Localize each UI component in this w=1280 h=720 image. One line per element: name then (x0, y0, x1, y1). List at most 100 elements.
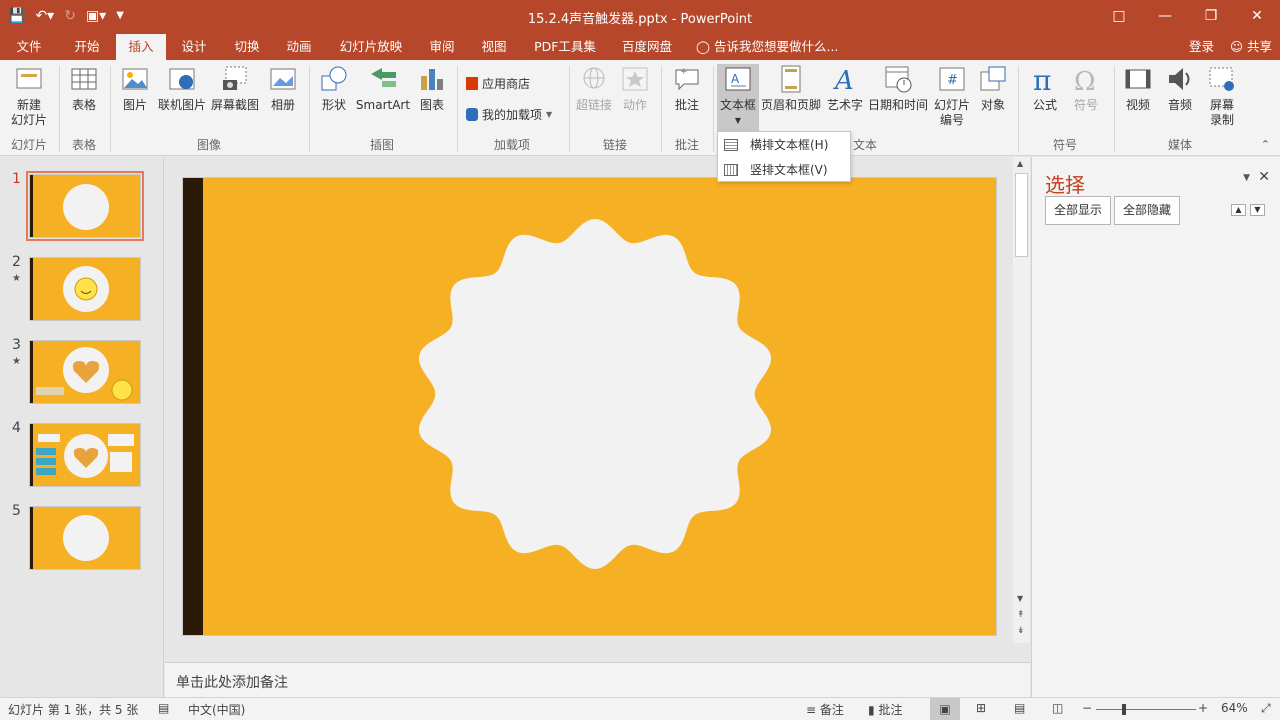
screen-recording-label: 屏幕 录制 (1209, 98, 1234, 127)
action-star-icon (620, 64, 650, 94)
screen-recording-button[interactable]: 屏幕 录制 (1202, 64, 1242, 128)
tab-home[interactable]: 开始 (62, 34, 112, 60)
tab-pdf-tools[interactable]: PDF工具集 (524, 34, 606, 60)
smartart-button[interactable]: SmartArt (354, 64, 412, 113)
ribbon-display-options-icon[interactable]: □ (1096, 0, 1142, 34)
hyperlink-button[interactable]: 超链接 (574, 64, 614, 113)
video-button[interactable]: 视频 (1118, 64, 1158, 113)
my-addins-button[interactable]: 我的加载项 ▼ (466, 106, 552, 123)
tab-transitions[interactable]: 切换 (224, 34, 270, 60)
group-slides-label: 幻灯片 (10, 138, 47, 152)
datetime-button[interactable]: 日期和时间 (866, 64, 930, 113)
slide-sorter-icon[interactable]: ⊞ (976, 701, 986, 715)
vertical-scrollbar[interactable]: ▲ ▼ ↟ ↡ (1013, 157, 1030, 643)
badge-shape-icon (63, 184, 109, 230)
picture-button[interactable]: 图片 (116, 64, 154, 113)
slide-number-icon: # (937, 64, 967, 94)
tab-file[interactable]: 文件 (8, 34, 50, 60)
tell-me-box[interactable]: ◯ 告诉我您想要做什么... (696, 34, 852, 60)
restore-icon[interactable]: ❐ (1188, 0, 1234, 34)
shapes-button[interactable]: 形状 (314, 64, 354, 113)
send-backward-icon[interactable]: ▼ (1250, 204, 1265, 216)
ribbon-insert: 新建 幻灯片 幻灯片 表格 表格 图片 联机图片 屏幕截图 相册 图像 形状 S… (0, 60, 1280, 156)
slide-number-button[interactable]: # 幻灯片 编号 (930, 64, 974, 128)
tab-review[interactable]: 审阅 (420, 34, 464, 60)
slide-thumbnail-2[interactable] (29, 257, 141, 321)
show-all-button[interactable]: 全部显示 (1045, 196, 1111, 225)
horizontal-textbox-item[interactable]: 横排文本框(H) (718, 132, 850, 157)
collapse-ribbon-icon[interactable]: ⌃ (1261, 138, 1270, 151)
notes-toggle[interactable]: ≡ 备注 (806, 701, 844, 718)
header-footer-button[interactable]: 页眉和页脚 (760, 64, 822, 113)
equation-button[interactable]: π 公式 (1024, 64, 1066, 113)
separator (1114, 66, 1115, 152)
notes-pane[interactable]: 单击此处添加备注 (165, 662, 1030, 697)
slide-thumbnail-1[interactable] (26, 171, 144, 241)
reading-view-icon[interactable]: ▤ (1014, 701, 1025, 715)
table-button[interactable]: 表格 (64, 64, 104, 113)
screenshot-button[interactable]: 屏幕截图 (208, 64, 262, 113)
zoom-slider-thumb[interactable] (1122, 704, 1126, 715)
object-icon (978, 64, 1008, 94)
tab-design[interactable]: 设计 (170, 34, 218, 60)
slide-thumbnail-5[interactable] (29, 506, 141, 570)
slide-count-status[interactable]: 幻灯片 第 1 张，共 5 张 (8, 701, 138, 718)
next-slide-icon[interactable]: ↡ (1017, 626, 1025, 636)
vertical-textbox-item[interactable]: 竖排文本框(V) (718, 157, 850, 182)
minimize-icon[interactable]: — (1142, 0, 1188, 34)
tab-baidu-netdisk[interactable]: 百度网盘 (614, 34, 680, 60)
slideshow-icon[interactable]: ◫ (1052, 701, 1063, 715)
close-pane-icon[interactable]: ✕ (1258, 169, 1270, 185)
normal-view-icon[interactable]: ▣ (930, 698, 960, 720)
tab-view[interactable]: 视图 (472, 34, 516, 60)
comment-button[interactable]: + 批注 (666, 64, 708, 113)
slide-number: 2 (12, 254, 21, 270)
table-label: 表格 (71, 98, 96, 112)
login-link[interactable]: 登录 (1189, 34, 1214, 60)
zoom-out-icon[interactable]: − (1082, 701, 1092, 715)
action-button[interactable]: 动作 (616, 64, 654, 113)
scroll-up-icon[interactable]: ▲ (1017, 159, 1023, 168)
language-status[interactable]: 中文(中国) (188, 701, 245, 718)
zoom-slider[interactable] (1096, 704, 1196, 715)
wavy-badge-shape[interactable] (183, 178, 997, 636)
previous-slide-icon[interactable]: ↟ (1017, 610, 1025, 620)
textbox-button[interactable]: A 文本框 ▼ (717, 64, 759, 132)
object-button[interactable]: 对象 (974, 64, 1012, 113)
fit-slide-icon[interactable]: ⤢ (1261, 701, 1271, 716)
new-slide-button[interactable]: 新建 幻灯片 (4, 64, 54, 128)
group-addins-label: 加载项 (493, 138, 530, 152)
symbol-button[interactable]: Ω 符号 (1066, 64, 1106, 113)
current-slide[interactable] (182, 177, 997, 636)
album-button[interactable]: 相册 (264, 64, 302, 113)
zoom-level[interactable]: 64% (1221, 701, 1248, 715)
object-label: 对象 (980, 98, 1005, 112)
chart-button[interactable]: 图表 (414, 64, 450, 113)
smiley-icon (63, 266, 109, 312)
audio-button[interactable]: 音频 (1160, 64, 1200, 113)
horizontal-textbox-icon (724, 138, 738, 151)
online-picture-button[interactable]: 联机图片 (156, 64, 208, 113)
scroll-down-icon[interactable]: ▼ (1017, 594, 1023, 603)
slide-thumbnail-4[interactable] (29, 423, 141, 487)
spellcheck-icon[interactable]: ▤ (158, 701, 169, 715)
store-button[interactable]: 应用商店 (466, 75, 530, 92)
scroll-thumb[interactable] (1015, 173, 1028, 257)
wordart-label: 艺术字 (826, 98, 863, 112)
svg-text:A: A (731, 72, 740, 86)
symbol-label: 符号 (1073, 98, 1098, 112)
close-icon[interactable]: ✕ (1234, 0, 1280, 34)
wordart-button[interactable]: A 艺术字 (824, 64, 866, 113)
tab-animations[interactable]: 动画 (276, 34, 322, 60)
tab-slideshow[interactable]: 幻灯片放映 (330, 34, 412, 60)
tab-insert[interactable]: 插入 (116, 34, 166, 60)
share-button[interactable]: ☺ 共享 (1230, 34, 1272, 60)
comments-toggle[interactable]: ▮ 批注 (868, 701, 902, 718)
pane-options-icon[interactable]: ▼ (1243, 173, 1250, 183)
animation-star-icon: ★ (12, 356, 21, 367)
zoom-in-icon[interactable]: + (1198, 701, 1208, 715)
hide-all-button[interactable]: 全部隐藏 (1114, 196, 1180, 225)
calendar-clock-icon (883, 64, 913, 94)
bring-forward-icon[interactable]: ▲ (1231, 204, 1246, 216)
slide-thumbnail-3[interactable] (29, 340, 141, 404)
